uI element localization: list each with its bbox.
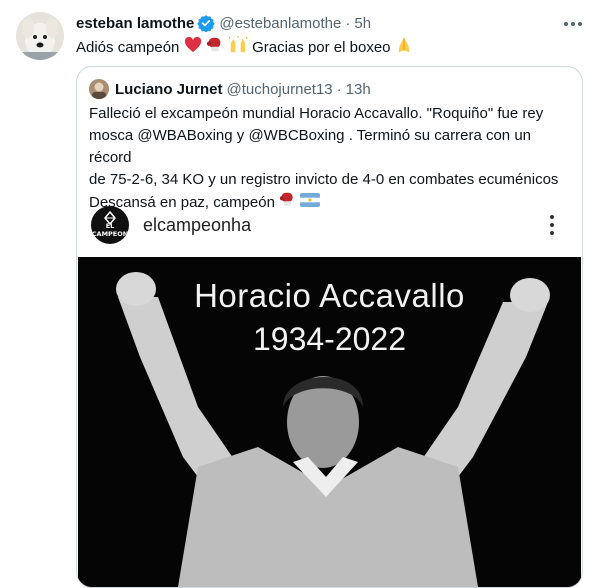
tweet-header: esteban lamothe @estebanlamothe · 5h (76, 12, 583, 34)
quoted-separator-dot: · (336, 80, 342, 98)
quoted-text-line-2: mosca @WBABoxing y @WBCBoxing . Terminó … (89, 127, 532, 166)
quoted-tweet-time: 13h (345, 80, 371, 98)
quoted-text-line-3: de 75-2-6, 34 KO y un registro invicto d… (89, 171, 559, 188)
tweet-time[interactable]: 5h (354, 15, 371, 32)
embedded-account-avatar: EL CAMPEON (91, 206, 129, 244)
photo-title: Horacio Accavallo (194, 277, 465, 314)
author-name[interactable]: esteban lamothe (76, 15, 194, 32)
quoted-tweet-text: Falleció el excampeón mundial Horacio Ac… (89, 103, 573, 215)
tweet-text: Adiós campeón Gracias por el boxeo (76, 36, 413, 60)
quoted-tweet-header: Luciano Jurnet @tuchojurnet13 · 13h (89, 79, 371, 99)
tweet-text-part1: Adiós campeón (76, 38, 180, 56)
photo-years: 1934-2022 (252, 321, 407, 357)
embedded-account-name: elcampeonha (143, 214, 252, 235)
raising-hands-icon (228, 36, 248, 60)
quoted-text-line-1: Falleció el excampeón mundial Horacio Ac… (89, 105, 544, 122)
quoted-author-handle: @tuchojurnet13 (226, 80, 333, 98)
more-options-icon[interactable] (563, 14, 583, 34)
embedded-post-header: EL CAMPEON elcampeonha (91, 205, 571, 245)
author-avatar[interactable] (16, 12, 64, 60)
embedded-post-photo[interactable]: Horacio Accavallo 1934-2022 (78, 257, 581, 587)
vertical-dots-icon[interactable] (547, 213, 557, 237)
boxing-glove-icon (206, 36, 224, 60)
quoted-tweet[interactable]: Luciano Jurnet @tuchojurnet13 · 13h Fall… (76, 66, 583, 588)
quoted-author-avatar (89, 79, 109, 99)
folded-hands-icon (395, 36, 413, 60)
quoted-author-name: Luciano Jurnet (115, 80, 223, 98)
verified-badge-icon (197, 14, 216, 32)
dog-avatar-image (16, 12, 64, 60)
tweet-text-part2: Gracias por el boxeo (252, 38, 391, 56)
separator-dot: · (345, 14, 351, 32)
author-handle[interactable]: @estebanlamothe (219, 15, 341, 32)
red-heart-icon (184, 36, 202, 59)
avatar-logo-text: EL CAMPEON (91, 222, 129, 238)
